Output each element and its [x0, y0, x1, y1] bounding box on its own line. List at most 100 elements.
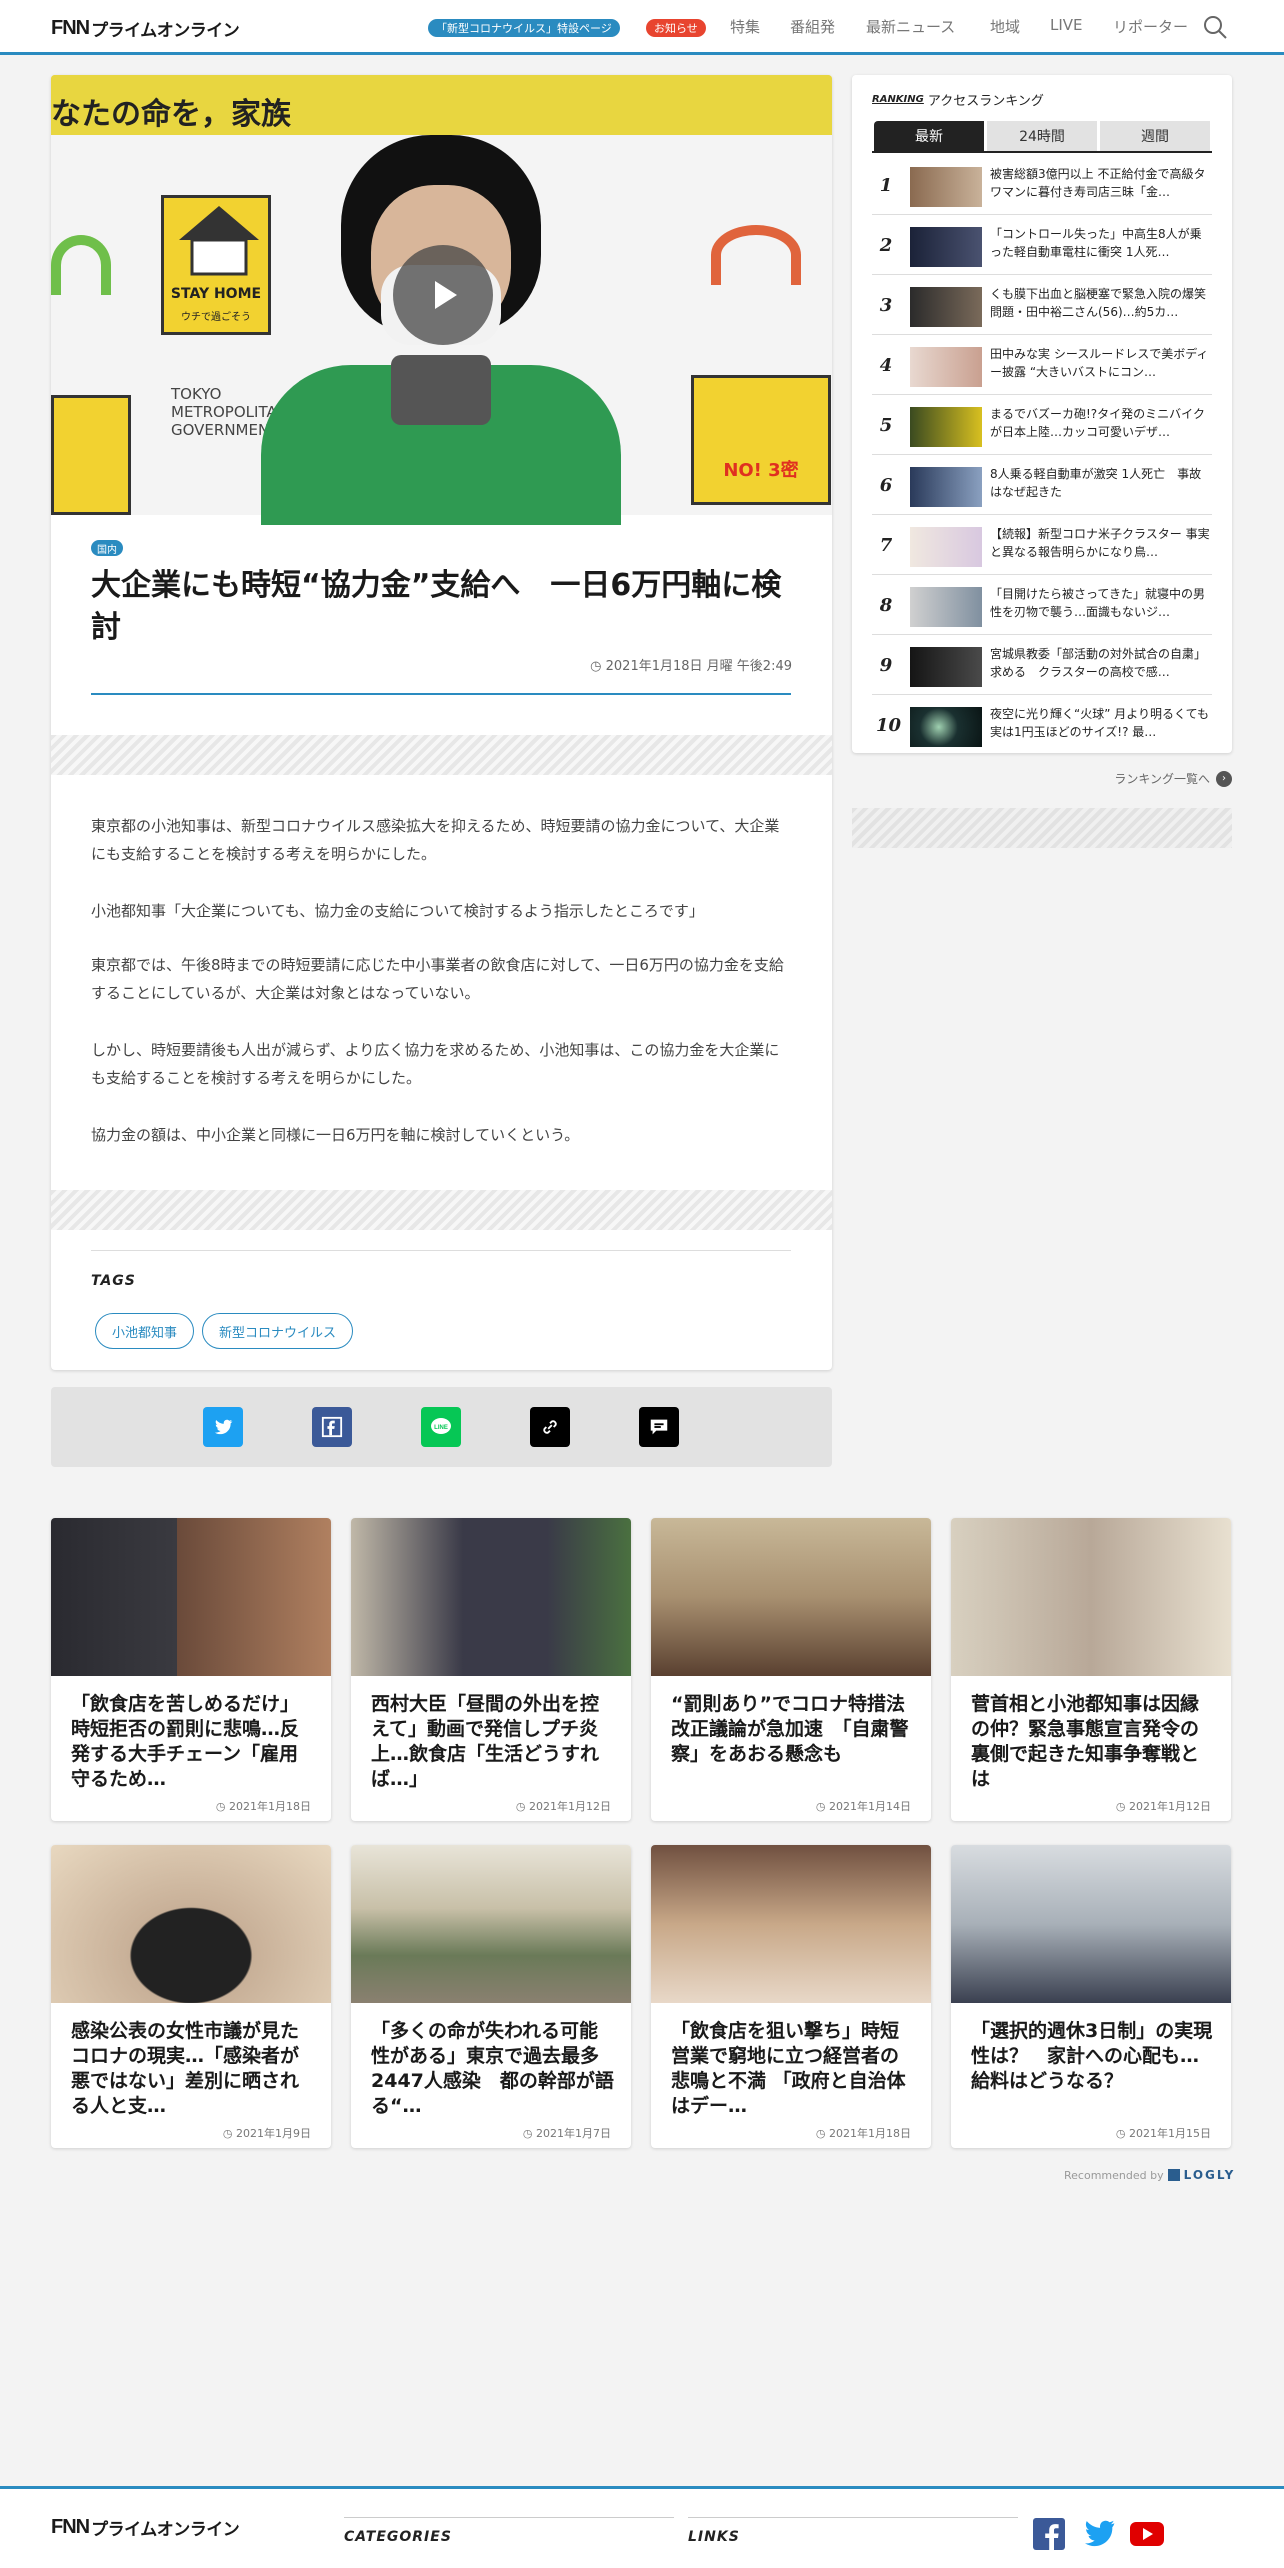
rank-number: 10: [876, 715, 902, 736]
rank-number: 6: [879, 475, 893, 496]
recommend-card[interactable]: 「飲食店を狙い撃ち」時短営業で窮地に立つ経営者の悲鳴と不満 「政府と自治体はデー…: [651, 1845, 931, 2148]
rank-headline: 「コントロール失った」中高生8人が乗った軽自動車電柱に衝突 1人死…: [990, 227, 1202, 259]
category-badge[interactable]: 国内: [91, 540, 123, 556]
tab-24h[interactable]: 24時間: [987, 121, 1097, 151]
site-header: FNN プライムオンライン 「新型コロナウイルス」特設ページ お知らせ 特集 番…: [0, 0, 1284, 55]
rank-headline: まるでバズーカ砲!?タイ発のミニバイクが日本上陸…カッコ可愛いデザ…: [990, 407, 1205, 439]
tab-latest[interactable]: 最新: [874, 121, 984, 151]
card-thumbnail: [51, 1845, 331, 2003]
line-icon: LINE: [431, 1418, 451, 1434]
card-thumbnail: [651, 1518, 931, 1676]
rainbow-left: [51, 235, 111, 295]
rank-thumbnail: [910, 467, 982, 507]
card-date: ◷ 2021年1月9日: [222, 2127, 311, 2140]
recommend-card[interactable]: “罰則あり”でコロナ特措法改正議論が急加速 「自粛警察」をあおる懸念も ◷ 20…: [651, 1518, 931, 1821]
share-line-button[interactable]: LINE: [421, 1407, 461, 1447]
rank-thumbnail: [910, 407, 982, 447]
tags-divider: [91, 1250, 791, 1251]
nav-region[interactable]: 地域: [990, 16, 1020, 37]
ranking-item[interactable]: 4 田中みな実 シースルードレスで美ボディー披露 “大きいバストにコン…: [872, 335, 1212, 395]
rank-thumbnail: [910, 167, 982, 207]
recommend-card[interactable]: 西村大臣「昼間の外出を控えて」動画で発信しプチ炎上…飲食店「生活どうすれば…」 …: [351, 1518, 631, 1821]
stay-home-poster: STAY HOME ウチで過ごそう: [161, 195, 271, 335]
site-logo[interactable]: FNN プライムオンライン: [51, 16, 240, 41]
play-icon: [435, 281, 457, 309]
card-title: 「飲食店を狙い撃ち」時短営業で窮地に立つ経営者の悲鳴と不満 「政府と自治体はデー…: [671, 2020, 906, 2117]
card-date-text: 2021年1月12日: [1129, 1800, 1211, 1813]
rank-headline: 宮城県教委「部活動の対外試合の自粛」求める クラスターの高校で感…: [990, 647, 1207, 679]
youtube-icon: [1130, 2522, 1164, 2546]
card-date: ◷ 2021年1月7日: [522, 2127, 611, 2140]
ranking-item[interactable]: 5 まるでバズーカ砲!?タイ発のミニバイクが日本上陸…カッコ可愛いデザ…: [872, 395, 1212, 455]
ranking-panel: RANKING アクセスランキング 最新 24時間 週間 1 被害総額3億円以上 …: [852, 75, 1232, 753]
article-paragraph: 東京都の小池知事は、新型コロナウイルス感染拡大を抑えるため、時短要請の協力金につ…: [91, 817, 780, 863]
rank-thumbnail: [910, 287, 982, 327]
rank-thumbnail: [910, 707, 982, 747]
card-date-text: 2021年1月9日: [236, 2127, 311, 2140]
rank-headline: 8人乗る軽自動車が激突 1人死亡 事故はなぜ起きた: [990, 467, 1202, 499]
footer-youtube-link[interactable]: [1130, 2517, 1164, 2551]
recommend-card[interactable]: 「多くの命が失われる可能性がある」東京で過去最多2447人感染 都の幹部が語る“…: [351, 1845, 631, 2148]
corona-special-link[interactable]: 「新型コロナウイルス」特設ページ: [428, 19, 620, 37]
card-date-text: 2021年1月15日: [1129, 2127, 1211, 2140]
copy-link-button[interactable]: [530, 1407, 570, 1447]
no3-text: NO! 3密: [723, 460, 799, 481]
recommend-card[interactable]: 感染公表の女性市議が見たコロナの現実…「感染者が悪ではない」差別に晒される人と支…: [51, 1845, 331, 2148]
card-thumbnail: [51, 1518, 331, 1676]
nav-latest-news[interactable]: 最新ニュース: [866, 16, 955, 37]
ad-placeholder-top: [51, 735, 832, 775]
ranking-item[interactable]: 9 宮城県教委「部活動の対外試合の自粛」求める クラスターの高校で感…: [872, 635, 1212, 695]
rank-headline: 「目開けたら被さってきた」就寝中の男性を刃物で襲う…面識もないジ…: [990, 587, 1206, 619]
article-card: なたの命を，家族 STAY HOME ウチで過ごそう TOKYO METROPO…: [51, 75, 832, 1370]
tab-weekly[interactable]: 週間: [1100, 121, 1210, 151]
recommend-card[interactable]: 菅首相と小池都知事は因縁の仲？緊急事態宣言発令の裏側で起きた知事争奪戦とは ◷ …: [951, 1518, 1231, 1821]
nav-live[interactable]: LIVE: [1050, 16, 1083, 34]
nav-feature[interactable]: 特集: [730, 16, 760, 37]
tag-koike[interactable]: 小池都知事: [95, 1313, 195, 1349]
ranking-item[interactable]: 6 8人乗る軽自動車が激突 1人死亡 事故はなぜ起きた: [872, 455, 1212, 515]
comment-button[interactable]: [639, 1407, 679, 1447]
link-icon: [543, 1420, 557, 1434]
notice-link[interactable]: お知らせ: [646, 19, 706, 37]
logly-prefix: Recommended by: [1064, 2168, 1164, 2182]
links-divider: [688, 2517, 1018, 2518]
ranking-more-link[interactable]: ランキング一覧へ ›: [1114, 770, 1232, 787]
share-bar: LINE: [51, 1387, 832, 1467]
rank-headline: 田中みな実 シースルードレスで美ボディー披露 “大きいバストにコン…: [990, 347, 1209, 379]
ranking-item[interactable]: 8 「目開けたら被さってきた」就寝中の男性を刃物で襲う…面識もないジ…: [872, 575, 1212, 635]
card-date-text: 2021年1月18日: [829, 2127, 911, 2140]
search-icon[interactable]: [1202, 14, 1228, 40]
facebook-icon: [1033, 2518, 1065, 2550]
share-facebook-button[interactable]: [312, 1407, 352, 1447]
footer-logo[interactable]: FNN プライムオンライン: [51, 2516, 240, 2540]
card-date-text: 2021年1月14日: [829, 1800, 911, 1813]
rank-thumbnail: [910, 527, 982, 567]
share-twitter-button[interactable]: [203, 1407, 243, 1447]
article-video[interactable]: なたの命を，家族 STAY HOME ウチで過ごそう TOKYO METROPO…: [51, 75, 832, 525]
nav-programs[interactable]: 番組発: [790, 16, 835, 37]
ranking-item[interactable]: 7 【続報】新型コロナ米子クラスター 事実と異なる報告明らかになり鳥…: [872, 515, 1212, 575]
logly-brand: LOGLY: [1183, 2168, 1236, 2182]
ranking-item[interactable]: 2 「コントロール失った」中高生8人が乗った軽自動車電柱に衝突 1人死…: [872, 215, 1212, 275]
ranking-item[interactable]: 1 被害総額3億円以上 不正給付金で高級タワマンに暮付き寿司店三昧「金…: [872, 155, 1212, 215]
recommend-card[interactable]: 「選択的週休3日制」の実現性は？ 家計への心配も…給料はどうなる？ ◷ 2021…: [951, 1845, 1231, 2148]
card-title: 「選択的週休3日制」の実現性は？ 家計への心配も…給料はどうなる？: [971, 2020, 1213, 2092]
tag-covid[interactable]: 新型コロナウイルス: [202, 1313, 354, 1349]
logo-mark: FNN: [51, 16, 90, 39]
rank-thumbnail: [910, 647, 982, 687]
nav-reporter[interactable]: リポーター: [1113, 16, 1188, 37]
recommend-card[interactable]: 「飲食店を苦しめるだけ」時短拒否の罰則に悲鳴…反発する大手チェーン「雇用守るため…: [51, 1518, 331, 1821]
footer-twitter-link[interactable]: [1082, 2517, 1116, 2551]
rainbow-right: [711, 225, 801, 285]
comment-icon: [650, 1419, 668, 1435]
play-button[interactable]: [393, 245, 493, 345]
ranking-item[interactable]: 3 くも膜下出血と脳梗塞で緊急入院の爆笑問題・田中裕二さん(56)…約5カ…: [872, 275, 1212, 335]
logly-credit[interactable]: Recommended by LOGLY: [1064, 2168, 1235, 2182]
footer-facebook-link[interactable]: [1032, 2517, 1066, 2551]
ranking-item[interactable]: 10 夜空に光り輝く“火球” 月より明るくても実は1円玉ほどのサイズ!? 最…: [872, 695, 1212, 755]
card-date-text: 2021年1月7日: [536, 2127, 611, 2140]
facebook-icon: [321, 1416, 343, 1438]
rank-headline: 被害総額3億円以上 不正給付金で高級タワマンに暮付き寿司店三昧「金…: [990, 167, 1206, 199]
card-title: “罰則あり”でコロナ特措法改正議論が急加速 「自粛警察」をあおる懸念も: [671, 1693, 909, 1765]
clock-icon: ◷: [590, 659, 602, 674]
